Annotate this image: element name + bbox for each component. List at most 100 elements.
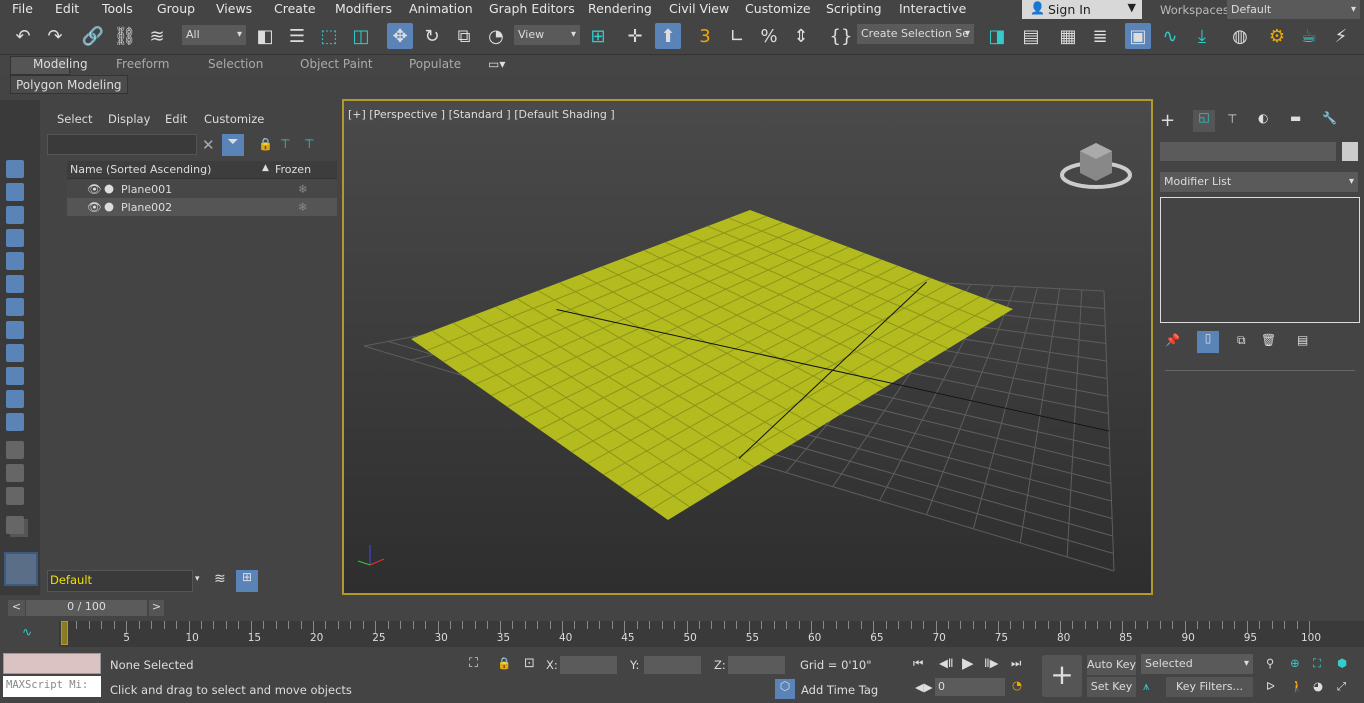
- play-icon[interactable]: ▶: [962, 654, 974, 672]
- key-mode-toggle-icon[interactable]: ◀▶: [915, 680, 933, 694]
- hierarchy-mode-icon[interactable]: ⊞: [236, 570, 258, 592]
- lock-icon[interactable]: 🔒: [258, 137, 273, 151]
- menu-create[interactable]: Create: [274, 1, 316, 16]
- time-slider-thumb[interactable]: [61, 621, 68, 645]
- default-tangents-icon[interactable]: ⩚: [1143, 679, 1150, 694]
- clear-search-icon[interactable]: ✕: [202, 136, 215, 154]
- helpers-icon[interactable]: [6, 252, 24, 270]
- utilities-tab-icon[interactable]: 🔧: [1322, 111, 1337, 125]
- layers-icon[interactable]: ≋: [214, 571, 226, 587]
- tab-populate[interactable]: Populate: [409, 57, 461, 71]
- hierarchy-icon[interactable]: ⊤: [280, 137, 290, 151]
- menu-edit[interactable]: Edit: [55, 1, 79, 16]
- z-coordinate-input[interactable]: [728, 656, 785, 674]
- layer-dropdown[interactable]: Default: [47, 570, 193, 592]
- next-frame-icon[interactable]: Ⅱ▶: [984, 656, 999, 670]
- shapes-icon[interactable]: [6, 183, 24, 201]
- display-none-icon[interactable]: [6, 464, 24, 482]
- named-selection-sets-dropdown[interactable]: Create Selection Se: [857, 24, 974, 44]
- tab-modeling[interactable]: Modeling: [33, 57, 88, 71]
- menu-customize[interactable]: Customize: [745, 1, 811, 16]
- make-unique-icon[interactable]: ⧉: [1237, 333, 1246, 348]
- pivot-center-icon[interactable]: ⊞: [585, 23, 611, 49]
- rectangular-selection-icon[interactable]: ⬚: [316, 23, 342, 49]
- keyboard-shortcut-override-icon[interactable]: ⬆: [655, 23, 681, 49]
- layer-dropdown-arrow-icon[interactable]: ▾: [195, 574, 200, 584]
- scene-explorer-icon[interactable]: ▦: [1055, 23, 1081, 49]
- menu-scripting[interactable]: Scripting: [826, 1, 882, 16]
- display-containers-icon[interactable]: [6, 367, 24, 385]
- tab-object-paint[interactable]: Object Paint: [300, 57, 373, 71]
- modifier-list-dropdown[interactable]: Modifier List: [1160, 172, 1358, 192]
- toggle-ribbon-icon[interactable]: ▣: [1125, 23, 1151, 49]
- undo-icon[interactable]: ↶: [10, 23, 36, 49]
- display-all-icon[interactable]: [6, 441, 24, 459]
- workspaces-dropdown[interactable]: Default: [1227, 0, 1360, 19]
- y-coordinate-input[interactable]: [644, 656, 701, 674]
- scene-row[interactable]: 👁 ● Plane001 ❄: [67, 180, 337, 198]
- lights-icon[interactable]: [6, 206, 24, 224]
- time-tag-icon[interactable]: ⬡: [775, 679, 795, 699]
- plane-object[interactable]: [411, 210, 1013, 520]
- display-hidden-icon[interactable]: [6, 413, 24, 431]
- layer-explorer-icon[interactable]: ≣: [1087, 23, 1113, 49]
- isolate-selection-icon[interactable]: ⛶: [469, 656, 478, 671]
- display-groups-icon[interactable]: [6, 298, 24, 316]
- scene-row[interactable]: 👁 ● Plane002 ❄: [67, 198, 337, 216]
- column-frozen-header[interactable]: Frozen: [275, 163, 311, 176]
- track-bar[interactable]: 0510152025303540455055606570758085909510…: [59, 621, 1364, 647]
- absolute-mode-icon[interactable]: ⊡: [524, 656, 535, 671]
- selection-filter-dropdown[interactable]: All: [182, 25, 246, 45]
- percent-snap-icon[interactable]: %: [756, 23, 782, 49]
- x-coordinate-input[interactable]: [560, 656, 617, 674]
- selection-lock-icon[interactable]: 🔒: [497, 656, 511, 670]
- object-color-swatch[interactable]: [1342, 142, 1358, 161]
- column-name-header[interactable]: Name (Sorted Ascending): [70, 163, 211, 176]
- material-editor-icon[interactable]: ◍: [1227, 23, 1253, 49]
- link-icon[interactable]: 🔗: [80, 23, 106, 49]
- unlink-icon[interactable]: ⛓: [112, 23, 138, 49]
- menu-group[interactable]: Group: [157, 1, 195, 16]
- orbit-icon[interactable]: ◕: [1313, 679, 1323, 693]
- maximize-viewport-icon[interactable]: ⤢: [1337, 679, 1346, 694]
- menu-interactive[interactable]: Interactive: [899, 1, 966, 16]
- hierarchy-tab-icon[interactable]: ⊤: [1227, 112, 1237, 126]
- visibility-eye-icon[interactable]: 👁: [87, 182, 102, 196]
- create-geometry-icon[interactable]: [6, 160, 24, 178]
- redo-icon[interactable]: ↷: [42, 23, 68, 49]
- set-key-button[interactable]: Set Key: [1087, 677, 1136, 697]
- ribbon-options-icon[interactable]: ▭▾: [488, 57, 505, 71]
- scene-menu-edit[interactable]: Edit: [165, 112, 187, 126]
- render-dot-icon[interactable]: ●: [104, 181, 114, 195]
- visibility-eye-icon[interactable]: 👁: [87, 200, 102, 214]
- rendered-frame-window-icon[interactable]: ☕: [1296, 23, 1322, 49]
- frozen-snowflake-icon[interactable]: ❄: [298, 182, 308, 196]
- prev-frame-button[interactable]: <: [8, 600, 25, 616]
- bind-space-warp-icon[interactable]: ≋: [144, 23, 170, 49]
- modify-tab-icon[interactable]: ◱: [1193, 110, 1215, 132]
- cameras-icon[interactable]: [6, 229, 24, 247]
- menu-file[interactable]: File: [12, 1, 33, 16]
- perspective-viewport[interactable]: [+] [Perspective ] [Standard ] [Default …: [342, 99, 1153, 595]
- menu-tools[interactable]: Tools: [102, 1, 133, 16]
- configure-modifier-sets-icon[interactable]: ▤: [1297, 333, 1308, 347]
- frozen-snowflake-icon[interactable]: ❄: [298, 200, 308, 214]
- viewport-layout-thumbnail[interactable]: [4, 552, 38, 586]
- scene-search-input[interactable]: [47, 134, 197, 155]
- remove-modifier-icon[interactable]: 🗑: [1261, 333, 1276, 347]
- select-object-icon[interactable]: ◧: [252, 23, 278, 49]
- field-of-view-icon[interactable]: ᐅ: [1266, 679, 1275, 693]
- curve-editor-toggle-icon[interactable]: ∿: [22, 625, 32, 639]
- tab-selection[interactable]: Selection: [208, 57, 263, 71]
- edit-named-selection-icon[interactable]: {}: [828, 23, 854, 49]
- select-move-icon[interactable]: ✥: [387, 23, 413, 49]
- menu-modifiers[interactable]: Modifiers: [335, 1, 392, 16]
- scale-icon[interactable]: ⧉: [451, 23, 477, 49]
- curve-editor-icon[interactable]: ∿: [1157, 23, 1183, 49]
- hierarchy-collapse-icon[interactable]: ⊤: [304, 137, 314, 151]
- viewcube-icon[interactable]: [1060, 137, 1132, 191]
- zoom-all-icon[interactable]: ⊕: [1290, 656, 1300, 670]
- tab-freeform[interactable]: Freeform: [116, 57, 169, 71]
- reference-coordinate-dropdown[interactable]: View: [514, 25, 580, 45]
- polygon-modeling-panel[interactable]: Polygon Modeling: [10, 75, 128, 94]
